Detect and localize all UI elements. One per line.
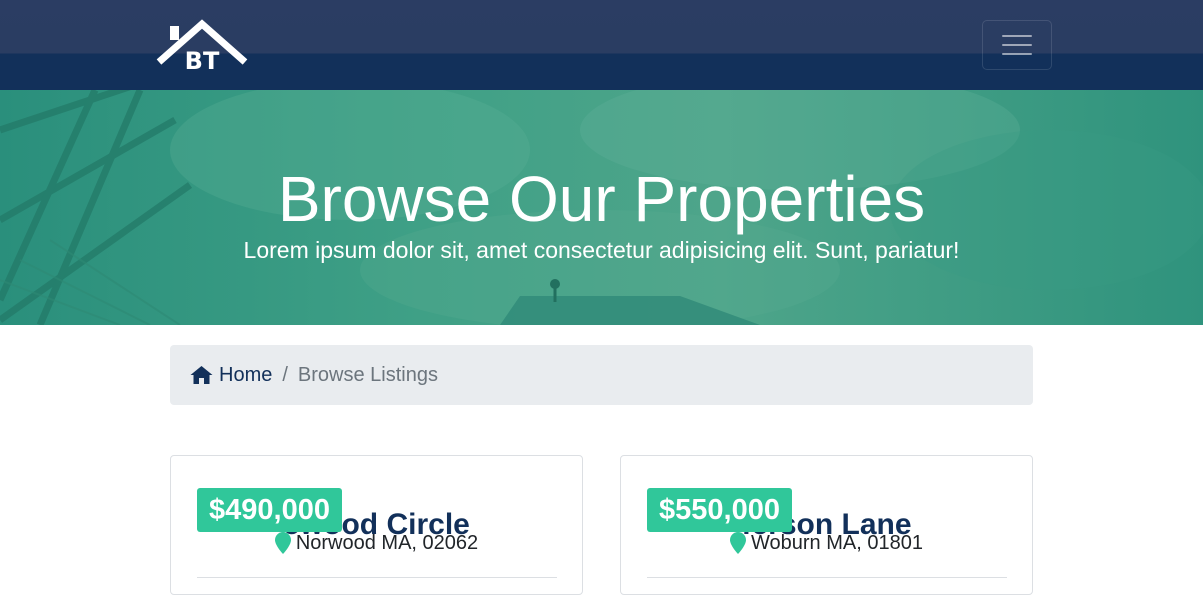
card-divider [197, 577, 557, 578]
card-divider [647, 577, 1007, 578]
price-badge: $490,000 [197, 488, 342, 532]
hamburger-icon-bar [1002, 44, 1032, 46]
map-marker-icon [274, 532, 291, 554]
hamburger-icon-bar [1002, 35, 1032, 37]
hero-banner: Browse Our Properties Lorem ipsum dolor … [0, 90, 1203, 325]
breadcrumb-current: Browse Listings [297, 363, 438, 386]
house-logo-icon: BT [156, 19, 248, 75]
brand-logo[interactable]: BT [156, 18, 248, 75]
hamburger-icon-bar [1002, 53, 1032, 55]
menu-toggle-button[interactable] [982, 20, 1052, 70]
listing-card[interactable]: ferson Lane Woburn MA, 01801 $550,000 [620, 455, 1033, 595]
breadcrumb-home-link[interactable]: Home [190, 364, 272, 387]
hero-subtitle: Lorem ipsum dolor sit, amet consectetur … [243, 237, 960, 263]
breadcrumb-separator: / [282, 363, 288, 386]
logo-text: BT [185, 47, 220, 74]
listing-location-text: Woburn MA, 01801 [751, 532, 923, 554]
top-navbar: BT [0, 0, 1203, 90]
listing-location-text: Norwood MA, 02062 [295, 532, 479, 554]
breadcrumb-home-label: Home [219, 363, 273, 386]
page-title: Browse Our Properties [277, 162, 926, 235]
breadcrumb: Home / Browse Listings [170, 345, 1033, 405]
map-marker-icon [730, 532, 747, 554]
listing-card[interactable]: ewood Circle Norwood MA, 02062 $490,000 [170, 455, 583, 595]
home-icon [190, 366, 213, 384]
price-badge: $550,000 [647, 488, 792, 532]
listing-location: Norwood MA, 02062 [171, 530, 582, 556]
listing-location: Woburn MA, 01801 [621, 530, 1032, 556]
